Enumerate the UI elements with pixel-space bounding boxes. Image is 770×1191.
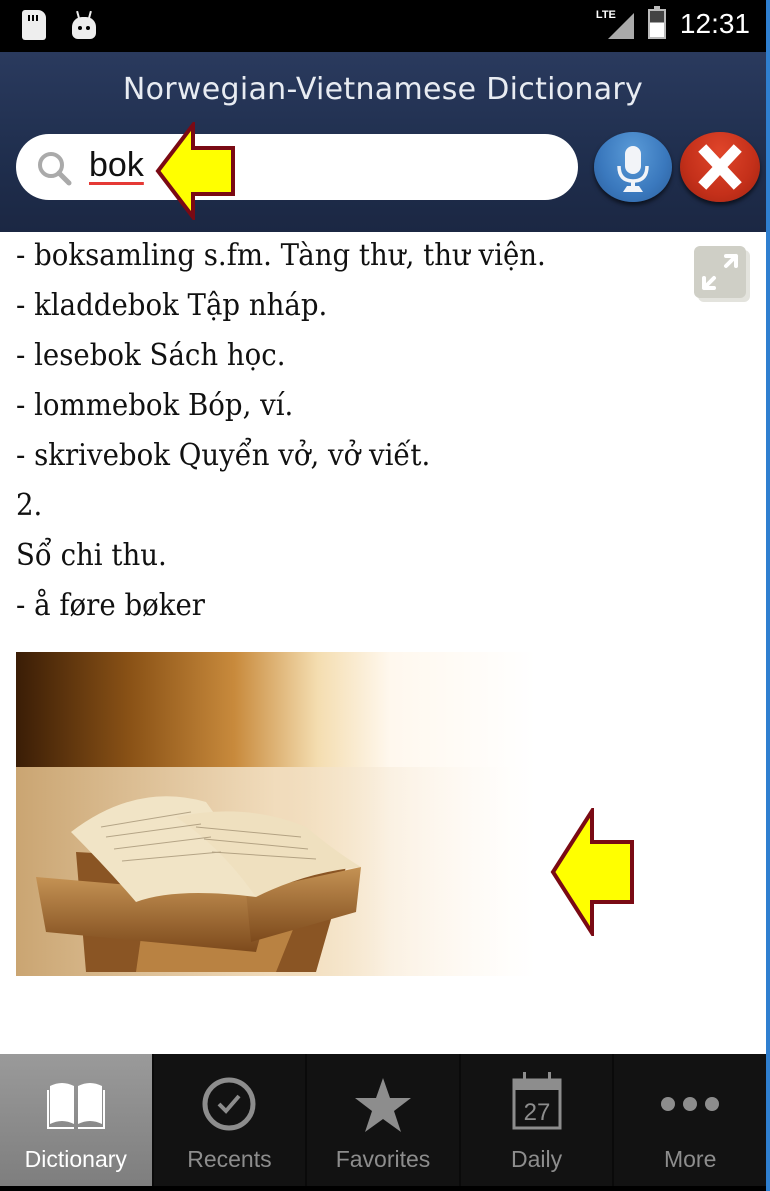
app-header: Norwegian-Vietnamese Dictionary bok [0,52,766,232]
lte-signal-icon: LTE [596,9,634,39]
sd-card-icon [22,10,46,40]
more-dots-icon [661,1097,720,1111]
expand-icon [694,246,750,302]
check-circle-icon [202,1077,256,1131]
window-edge [766,0,770,1191]
calendar-icon: 27 [512,1072,562,1130]
book-icon [46,1083,105,1129]
microphone-icon [617,146,649,192]
tab-dictionary[interactable]: Dictionary [0,1054,154,1186]
entry-line: - kladdebok Tập nháp. [16,288,328,323]
clear-search-button[interactable] [680,132,760,202]
android-debug-icon [72,10,96,39]
close-icon [698,144,742,190]
tab-daily[interactable]: 27 Daily [461,1054,615,1186]
app-title: Norwegian-Vietnamese Dictionary [122,72,644,107]
book-image [16,767,536,976]
entry-line: Sổ chi thu. [16,538,167,573]
entry-line: 2. [16,488,43,523]
battery-charging-icon [647,6,666,39]
calendar-day: 27 [523,1099,550,1126]
search-box[interactable]: bok [16,134,578,200]
star-icon [354,1078,411,1132]
status-bar: LTE 12:31 [0,0,770,52]
bottom-navigation: Dictionary Recents Favorites 27 Daily Mo… [0,1054,766,1191]
annotation-arrow-search [155,122,235,220]
tab-more[interactable]: More [614,1054,766,1186]
clock: 12:31 [679,8,750,39]
tab-label: Favorites [335,1146,431,1172]
fullscreen-button[interactable] [694,246,752,304]
tab-recents[interactable]: Recents [154,1054,308,1186]
entry-line: - lommebok Bóp, ví. [16,388,294,423]
entry-line: - skrivebok Quyển vở, vở viết. [16,438,431,473]
search-input[interactable]: bok [89,146,144,185]
bottom-edge [0,1186,770,1191]
entry-line: - å føre bøker [16,588,206,623]
annotation-arrow-image [550,808,634,936]
tab-label: More [663,1146,717,1172]
book-illustration [16,652,536,976]
search-icon [38,152,72,186]
entry-line: - boksamling s.fm. Tàng thư, thư viện. [16,238,546,273]
tab-label: Recents [187,1146,272,1172]
voice-search-button[interactable] [594,132,672,202]
tab-label: Dictionary [24,1146,127,1172]
entry-line: - lesebok Sách học. [16,338,286,373]
tab-label: Daily [511,1146,563,1172]
tab-favorites[interactable]: Favorites [307,1054,461,1186]
entry-content: - boksamling s.fm. Tàng thư, thư viện. -… [0,232,766,1054]
